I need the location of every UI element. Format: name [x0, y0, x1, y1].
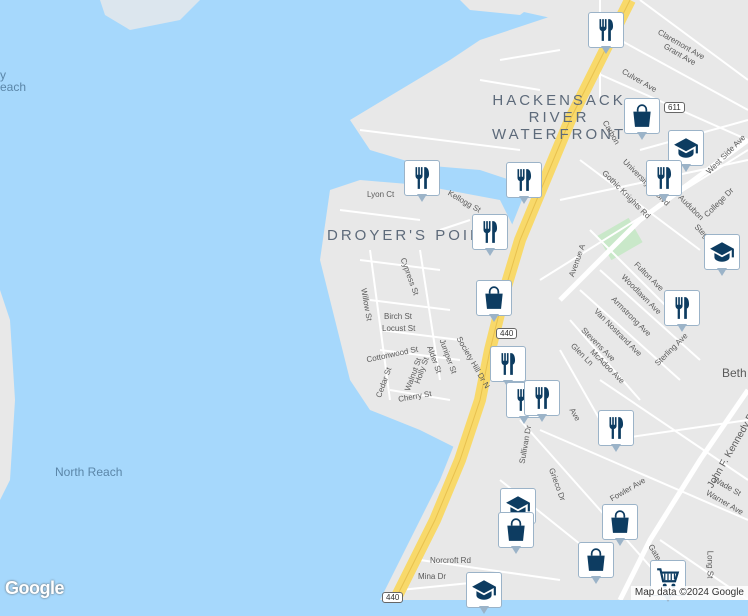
land-shoal — [100, 0, 200, 30]
school-icon — [704, 234, 740, 270]
marker-tail — [591, 576, 601, 584]
marker-tail — [511, 546, 521, 554]
shopping-icon — [624, 98, 660, 134]
restaurant-icon — [506, 162, 542, 198]
area-line: HACKENSACK — [492, 92, 626, 109]
street-label: Beth — [722, 366, 747, 380]
marker-tail — [677, 324, 687, 332]
shopping-icon — [476, 280, 512, 316]
marker-tail — [479, 606, 489, 614]
poi-marker-restaurant[interactable] — [588, 12, 624, 56]
marker-tail — [615, 538, 625, 546]
marker-tail — [659, 194, 669, 202]
poi-marker-shopping[interactable] — [624, 98, 660, 142]
water-label-north-reach: North Reach — [55, 465, 123, 479]
street-label: Birch St — [384, 312, 413, 321]
shopping-icon — [578, 542, 614, 578]
street-label: Locust St — [382, 324, 416, 333]
restaurant-icon — [646, 160, 682, 196]
restaurant-icon — [664, 290, 700, 326]
area-label-droyers-point: DROYER'S POINT — [327, 227, 497, 244]
restaurant-icon — [404, 160, 440, 196]
marker-tail — [537, 414, 547, 422]
route-shield: 440 — [496, 328, 518, 339]
marker-tail — [601, 46, 611, 54]
poi-marker-restaurant[interactable] — [506, 162, 542, 206]
marker-tail — [717, 268, 727, 276]
street-label: Long St — [705, 550, 715, 579]
marker-tail — [489, 314, 499, 322]
route-shield: 440 — [382, 592, 404, 603]
poi-marker-school[interactable] — [466, 572, 502, 616]
poi-marker-restaurant[interactable] — [646, 160, 682, 204]
poi-marker-school[interactable] — [704, 234, 740, 278]
marker-tail — [611, 444, 621, 452]
poi-marker-restaurant[interactable] — [664, 290, 700, 334]
map-attribution[interactable]: Map data ©2024 Google — [630, 586, 748, 600]
marker-tail — [417, 194, 427, 202]
poi-marker-restaurant[interactable] — [404, 160, 440, 204]
shopping-icon — [602, 504, 638, 540]
school-icon — [466, 572, 502, 608]
poi-marker-shopping[interactable] — [578, 542, 614, 586]
poi-marker-shopping[interactable] — [476, 280, 512, 324]
restaurant-icon — [598, 410, 634, 446]
poi-marker-restaurant[interactable] — [472, 214, 508, 258]
marker-tail — [681, 164, 691, 172]
restaurant-icon — [472, 214, 508, 250]
water-label-partial-2: each — [0, 80, 27, 94]
route-shield: 611 — [664, 102, 685, 113]
shopping-icon — [498, 512, 534, 548]
google-logo: Google — [5, 578, 65, 598]
marker-tail — [485, 248, 495, 256]
street-label: Mina Dr — [418, 572, 447, 581]
restaurant-icon — [490, 346, 526, 382]
poi-marker-shopping[interactable] — [498, 512, 534, 556]
area-label-hackensack: HACKENSACK RIVER WATERFRONT — [492, 92, 626, 143]
poi-marker-restaurant[interactable] — [598, 410, 634, 454]
restaurant-icon — [588, 12, 624, 48]
street-label: Norcroft Rd — [430, 556, 471, 565]
marker-tail — [637, 132, 647, 140]
street-label: Lyon Ct — [367, 190, 395, 199]
marker-tail — [519, 196, 529, 204]
land-west — [0, 290, 15, 500]
poi-marker-restaurant[interactable] — [524, 380, 560, 424]
restaurant-icon — [524, 380, 560, 416]
